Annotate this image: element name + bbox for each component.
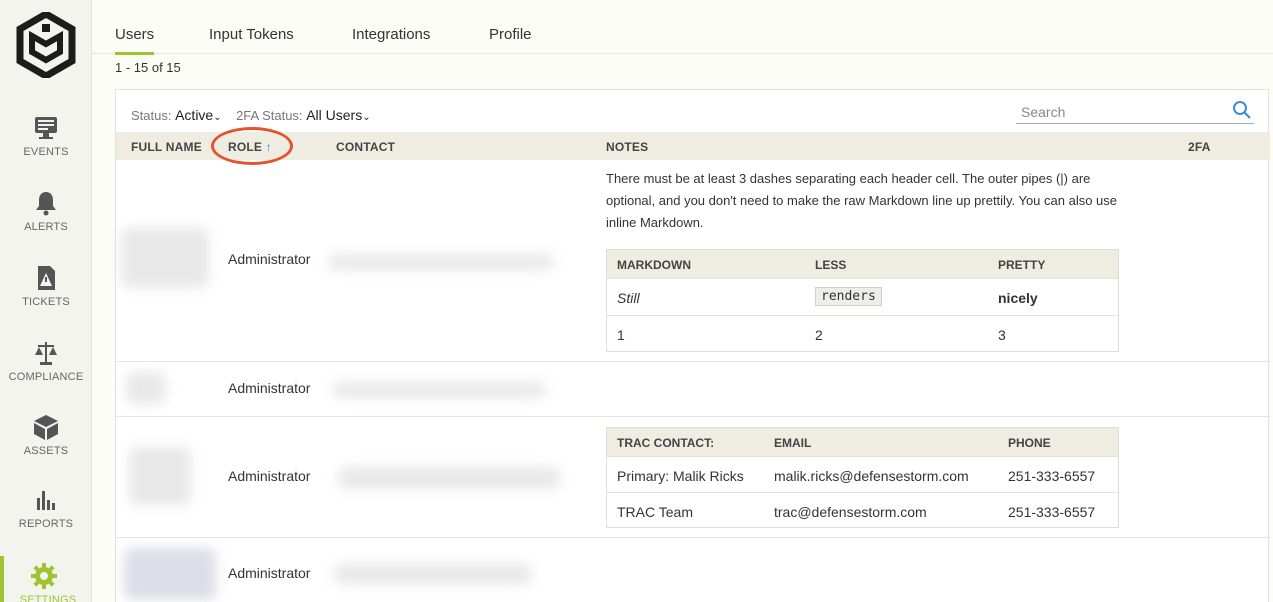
search-input[interactable] bbox=[1016, 100, 1216, 124]
mini-table-header: MARKDOWN LESS PRETTY bbox=[607, 250, 1118, 278]
column-header-role[interactable]: ROLE ↑ bbox=[228, 140, 272, 154]
mini-table-cell: 3 bbox=[998, 327, 1006, 343]
tab-input-tokens[interactable]: Input Tokens bbox=[209, 26, 294, 52]
notes-markdown-table: MARKDOWN LESS PRETTY Still renders nicel… bbox=[606, 249, 1119, 352]
table-header: FULL NAME ROLE ↑ CONTACT NOTES 2FA bbox=[116, 132, 1270, 160]
contact-cell-redacted bbox=[328, 254, 554, 270]
role-cell: Administrator bbox=[228, 565, 311, 581]
sidebar-item-label: ALERTS bbox=[24, 221, 68, 233]
status-filter-dropdown[interactable]: Active⌄ bbox=[175, 107, 222, 123]
mini-table-header-cell: TRAC CONTACT: bbox=[617, 436, 715, 450]
chevron-down-icon: ⌄ bbox=[213, 112, 222, 123]
status-filter-label: Status: bbox=[131, 108, 172, 123]
sidebar-item-tickets[interactable]: TICKETS bbox=[0, 264, 92, 308]
monitor-icon bbox=[35, 117, 57, 139]
role-cell: Administrator bbox=[228, 251, 311, 267]
result-count: 1 - 15 of 15 bbox=[115, 60, 181, 75]
table-row[interactable]: Administrator There must be at least 3 d… bbox=[116, 160, 1270, 362]
mini-table-header-cell: EMAIL bbox=[774, 436, 812, 450]
sidebar-item-label: EVENTS bbox=[23, 146, 69, 158]
tab-users[interactable]: Users bbox=[115, 26, 155, 55]
column-header-full-name[interactable]: FULL NAME bbox=[131, 140, 202, 154]
ticket-icon bbox=[38, 266, 55, 290]
mini-table-header-cell: MARKDOWN bbox=[617, 258, 691, 272]
twofa-filter-label: 2FA Status: bbox=[236, 108, 303, 123]
sidebar-item-label: SETTINGS bbox=[19, 594, 77, 602]
sidebar-item-compliance[interactable]: COMPLIANCE bbox=[0, 339, 92, 383]
mini-table-row: Primary: Malik Ricks malik.ricks@defense… bbox=[607, 456, 1118, 493]
mini-table-header-cell: LESS bbox=[815, 258, 847, 272]
sidebar-item-label: TICKETS bbox=[22, 296, 70, 308]
twofa-filter-dropdown[interactable]: All Users⌄ bbox=[306, 107, 371, 123]
sidebar-item-events[interactable]: EVENTS bbox=[0, 114, 92, 158]
gear-icon bbox=[31, 563, 57, 589]
mini-table-cell: 1 bbox=[617, 327, 625, 343]
sidebar-item-settings[interactable]: SETTINGS bbox=[0, 556, 92, 602]
mini-table-cell: TRAC Team bbox=[617, 504, 693, 520]
mini-table-header: TRAC CONTACT: EMAIL PHONE bbox=[607, 428, 1118, 456]
notes-text: There must be at least 3 dashes separati… bbox=[606, 171, 1118, 230]
filter-bar: Status: Active⌄ 2FA Status: All Users⌄ bbox=[131, 107, 371, 123]
mini-table-cell: 2 bbox=[815, 327, 823, 343]
contact-cell-redacted bbox=[338, 467, 560, 489]
bar-chart-icon bbox=[37, 491, 55, 510]
sidebar-item-reports[interactable]: REPORTS bbox=[0, 486, 92, 530]
inline-code: renders bbox=[815, 287, 882, 306]
email-link[interactable]: trac@defensestorm.com bbox=[774, 504, 927, 520]
mini-table-header-cell: PRETTY bbox=[998, 258, 1046, 272]
avatar bbox=[129, 447, 191, 505]
sidebar-item-alerts[interactable]: ALERTS bbox=[0, 189, 92, 233]
trac-contact-table: TRAC CONTACT: EMAIL PHONE Primary: Malik… bbox=[606, 427, 1119, 528]
sidebar-item-label: COMPLIANCE bbox=[8, 371, 84, 383]
mini-table-cell: renders bbox=[815, 287, 882, 307]
phone-cell: 251-333-6557 bbox=[1008, 504, 1096, 520]
role-cell: Administrator bbox=[228, 468, 311, 484]
sidebar: EVENTS ALERTS TICKETS COMPLIANCE ASSETS … bbox=[0, 0, 92, 602]
column-header-notes[interactable]: NOTES bbox=[606, 140, 648, 154]
scales-icon bbox=[35, 342, 57, 365]
mini-table-cell: nicely bbox=[998, 290, 1038, 306]
role-cell: Administrator bbox=[228, 380, 311, 396]
tab-integrations[interactable]: Integrations bbox=[352, 26, 430, 52]
mini-table-cell: Still bbox=[617, 290, 640, 306]
mini-table-header-cell: PHONE bbox=[1008, 436, 1051, 450]
mini-table-row: Still renders nicely bbox=[607, 278, 1118, 315]
column-header-2fa[interactable]: 2FA bbox=[1188, 140, 1211, 154]
tab-profile[interactable]: Profile bbox=[489, 26, 532, 52]
table-row[interactable]: Administrator bbox=[116, 538, 1270, 602]
avatar bbox=[121, 228, 209, 288]
mini-table-row: TRAC Team trac@defensestorm.com 251-333-… bbox=[607, 492, 1118, 529]
sidebar-item-label: ASSETS bbox=[23, 445, 69, 457]
phone-cell: 251-333-6557 bbox=[1008, 468, 1096, 484]
contact-cell-redacted bbox=[332, 382, 546, 398]
email-link[interactable]: malik.ricks@defensestorm.com bbox=[774, 468, 969, 484]
chevron-down-icon: ⌄ bbox=[362, 112, 371, 123]
users-table-card: Status: Active⌄ 2FA Status: All Users⌄ F… bbox=[115, 89, 1270, 602]
mini-table-cell: Primary: Malik Ricks bbox=[617, 468, 744, 484]
bell-icon bbox=[36, 192, 56, 216]
sort-ascending-icon: ↑ bbox=[265, 140, 272, 154]
search-icon[interactable] bbox=[1232, 100, 1252, 120]
sidebar-item-assets[interactable]: ASSETS bbox=[0, 413, 92, 457]
defensestorm-logo-icon[interactable] bbox=[16, 12, 76, 78]
mini-table-row: 1 2 3 bbox=[607, 315, 1118, 352]
sidebar-item-label: REPORTS bbox=[18, 518, 74, 530]
table-row[interactable]: Administrator bbox=[116, 362, 1270, 417]
table-row[interactable]: Administrator TRAC CONTACT: EMAIL PHONE … bbox=[116, 417, 1270, 538]
avatar bbox=[126, 372, 166, 404]
avatar bbox=[124, 548, 216, 600]
cube-icon bbox=[34, 415, 58, 440]
column-header-contact[interactable]: CONTACT bbox=[336, 140, 395, 154]
search-box bbox=[1016, 100, 1254, 124]
settings-tabs: Users Input Tokens Integrations Profile bbox=[92, 0, 1273, 55]
contact-cell-redacted bbox=[334, 564, 532, 584]
